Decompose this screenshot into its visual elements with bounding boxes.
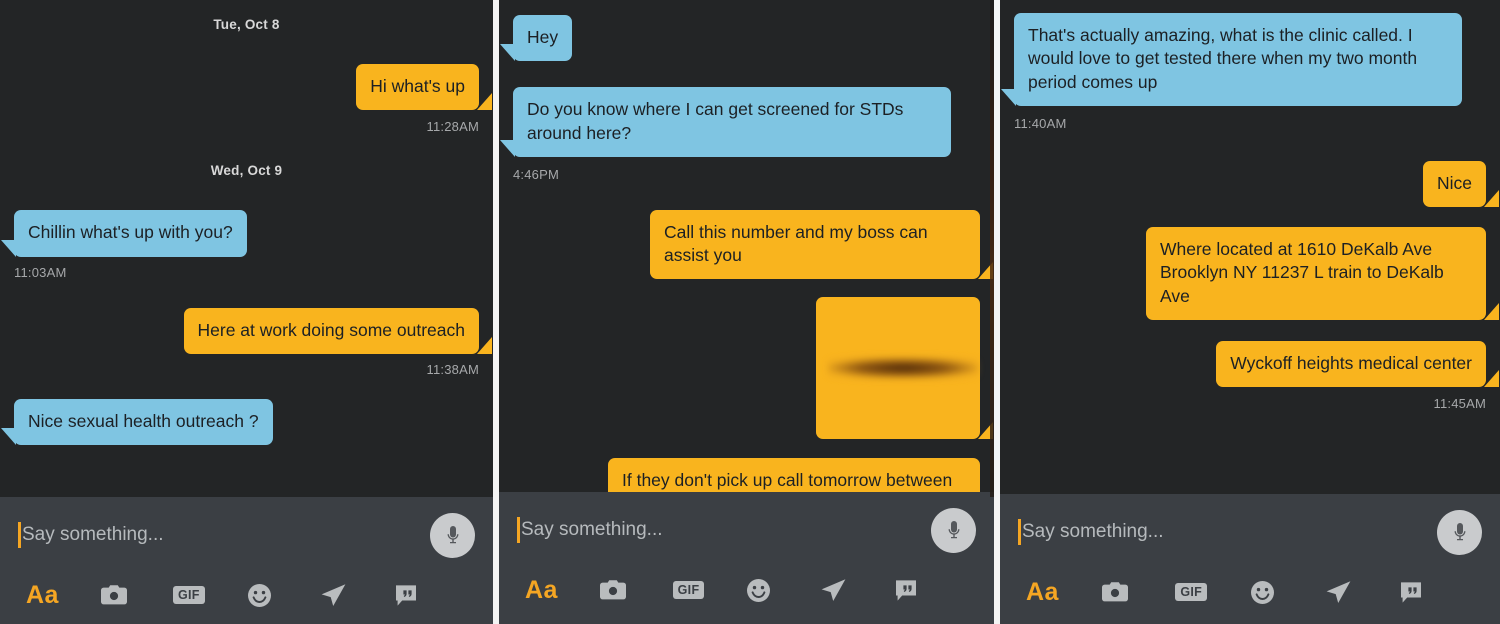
tool-gif[interactable]: GIF <box>672 580 747 600</box>
gif-icon: GIF <box>1175 582 1208 602</box>
message-bubble-outgoing[interactable]: Where located at 1610 DeKalb Ave Brookly… <box>1146 227 1499 320</box>
message-bubble-incoming[interactable]: That's actually amazing, what is the cli… <box>1001 13 1462 106</box>
tool-stickers[interactable] <box>394 584 468 607</box>
chat-panel-2: Hey Do you know where I can get screened… <box>499 0 994 624</box>
composer-toolbar: Aa GIF <box>499 568 994 618</box>
text-caret <box>517 517 520 543</box>
message-bubble-incoming[interactable]: Hey <box>499 15 573 62</box>
tool-send-location[interactable] <box>320 583 394 608</box>
message-composer: Say something... Aa GIF <box>1000 494 1500 624</box>
message-bubble-outgoing[interactable]: Call this number and my boss can assist … <box>650 209 993 280</box>
sticker-quote-bubble-icon <box>1401 581 1422 603</box>
text-caret <box>1018 519 1021 545</box>
message-bubble-outgoing[interactable]: Wyckoff heights medical center <box>1216 340 1499 388</box>
message-input[interactable]: Say something... <box>521 519 931 541</box>
send-arrow-icon <box>321 583 346 606</box>
smiley-icon <box>747 578 771 602</box>
tool-text-format[interactable]: Aa <box>525 575 599 604</box>
message-timestamp: 11:03AM <box>14 264 67 280</box>
message-timestamp: 11:40AM <box>1014 115 1067 131</box>
message-composer: Say something... Aa GIF <box>499 492 994 624</box>
tool-emoji[interactable] <box>1250 580 1325 605</box>
sticker-quote-bubble-icon <box>896 579 917 601</box>
three-panel-screenshot: Tue, Oct 8 Hi what's up 11:28AM Wed, Oct… <box>0 0 1500 624</box>
text-format-icon: Aa <box>525 575 558 604</box>
tool-text-format[interactable]: Aa <box>1026 577 1101 606</box>
composer-toolbar: Aa GIF <box>1000 570 1500 620</box>
message-row: That's actually amazing, what is the cli… <box>1000 13 1500 106</box>
message-row: Here at work doing some outreach <box>0 307 493 355</box>
microphone-icon <box>447 526 458 544</box>
message-thread-3[interactable]: That's actually amazing, what is the cli… <box>1000 0 1500 494</box>
tool-send-location[interactable] <box>1325 580 1400 605</box>
composer-input-row[interactable]: Say something... <box>499 492 994 568</box>
message-row: Nice <box>1000 160 1500 208</box>
chat-panel-3: That's actually amazing, what is the cli… <box>1000 0 1500 624</box>
tool-send-location[interactable] <box>820 578 894 603</box>
sticker-quote-bubble-icon <box>395 584 416 606</box>
date-separator: Wed, Oct 9 <box>210 163 283 179</box>
message-bubble-outgoing[interactable]: Hi what's up <box>356 64 492 111</box>
redacted-content <box>828 355 978 380</box>
tool-stickers[interactable] <box>1399 581 1474 604</box>
gif-icon: GIF <box>173 585 205 605</box>
message-timestamp: 11:45AM <box>1433 396 1486 412</box>
composer-input-row[interactable]: Say something... <box>1000 494 1500 570</box>
camera-icon <box>599 580 626 600</box>
message-bubble-outgoing[interactable]: Here at work doing some outreach <box>183 307 492 355</box>
message-timestamp: 11:38AM <box>426 361 479 377</box>
composer-toolbar: Aa GIF <box>0 573 493 623</box>
date-separator: Tue, Oct 8 <box>213 17 280 32</box>
message-row: Chillin what's up with you? <box>0 210 493 257</box>
tool-camera[interactable] <box>100 583 174 607</box>
message-bubble-outgoing[interactable]: Nice <box>1422 160 1500 208</box>
message-bubble-incoming[interactable]: Nice sexual health outreach ? <box>1 398 273 446</box>
chat-panel-1: Tue, Oct 8 Hi what's up 11:28AM Wed, Oct… <box>0 0 493 624</box>
tool-stickers[interactable] <box>894 579 968 602</box>
smiley-icon <box>1251 580 1275 604</box>
message-row: If they don't pick up call tomorrow betw… <box>499 458 994 492</box>
send-arrow-icon <box>1326 580 1351 603</box>
tool-emoji[interactable] <box>746 578 820 603</box>
tool-camera[interactable] <box>1101 580 1176 604</box>
microphone-icon <box>948 521 959 539</box>
text-format-icon: Aa <box>26 580 59 609</box>
message-timestamp: 11:28AM <box>426 119 479 135</box>
message-thread-2[interactable]: Hey Do you know where I can get screened… <box>499 0 994 492</box>
voice-record-button[interactable] <box>430 512 475 558</box>
tool-gif[interactable]: GIF <box>1175 582 1250 602</box>
camera-icon <box>1101 582 1128 602</box>
message-row: Call this number and my boss can assist … <box>499 209 994 280</box>
message-row: Hi what's up <box>0 64 493 111</box>
message-composer: Say something... Aa GIF <box>0 497 493 624</box>
tool-camera[interactable] <box>599 578 673 602</box>
composer-input-row[interactable]: Say something... <box>0 497 493 573</box>
message-row: Do you know where I can get screened for… <box>499 87 994 157</box>
message-row: Wyckoff heights medical center <box>1000 340 1500 388</box>
send-arrow-icon <box>821 578 846 601</box>
gif-icon: GIF <box>672 580 705 600</box>
tool-emoji[interactable] <box>247 583 321 608</box>
voice-record-button[interactable] <box>931 507 976 553</box>
microphone-icon <box>1454 523 1465 541</box>
camera-icon <box>100 585 127 605</box>
message-row: Hey <box>499 15 994 62</box>
message-bubble-incoming[interactable]: Chillin what's up with you? <box>1 210 247 257</box>
text-format-icon: Aa <box>1026 577 1059 606</box>
message-row: Where located at 1610 DeKalb Ave Brookly… <box>1000 227 1500 320</box>
smiley-icon <box>247 583 271 607</box>
message-timestamp: 4:46PM <box>513 166 560 182</box>
tool-gif[interactable]: GIF <box>173 585 247 605</box>
message-row <box>499 297 994 440</box>
message-bubble-outgoing-redacted[interactable] <box>816 297 993 440</box>
voice-record-button[interactable] <box>1437 509 1482 555</box>
message-input[interactable]: Say something... <box>22 524 430 546</box>
message-bubble-outgoing[interactable]: If they don't pick up call tomorrow betw… <box>608 458 980 492</box>
message-thread-1[interactable]: Tue, Oct 8 Hi what's up 11:28AM Wed, Oct… <box>0 0 493 497</box>
message-row: Nice sexual health outreach ? <box>0 398 493 446</box>
message-input[interactable]: Say something... <box>1022 521 1437 543</box>
text-caret <box>18 522 21 548</box>
message-bubble-incoming[interactable]: Do you know where I can get screened for… <box>500 87 951 157</box>
tool-text-format[interactable]: Aa <box>26 580 100 609</box>
